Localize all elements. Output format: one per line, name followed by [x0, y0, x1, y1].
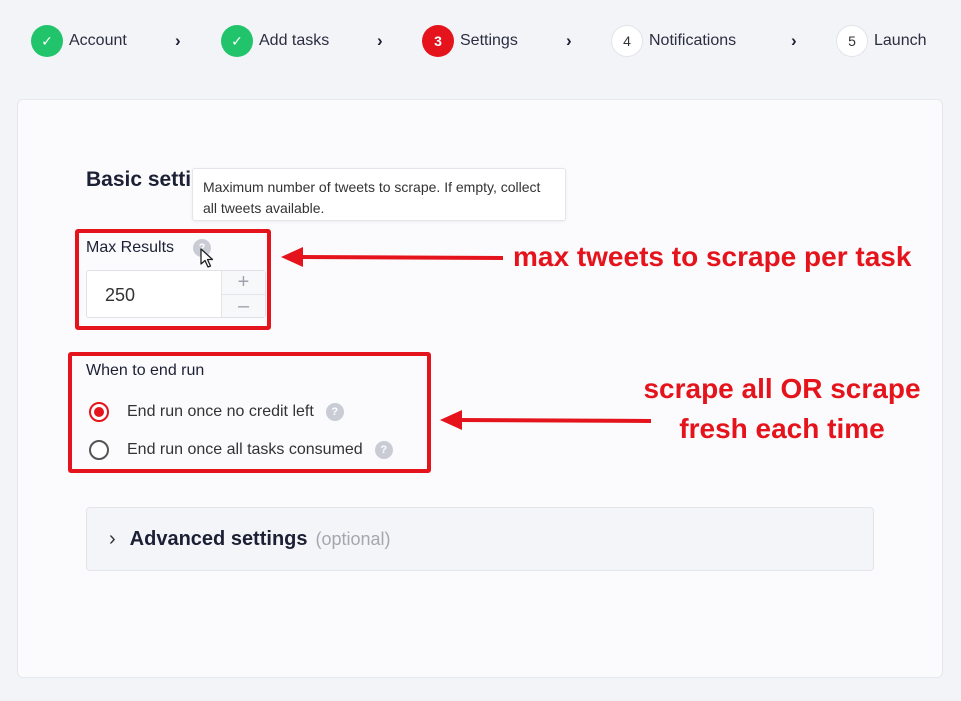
annotation-end-run-line1: scrape all OR scrape	[643, 373, 921, 404]
annotation-end-run-line2: fresh each time	[679, 413, 885, 444]
annotation-arrows	[281, 247, 652, 430]
annotation-max-tweets: max tweets to scrape per task	[513, 241, 912, 272]
arrow-head-icon	[281, 247, 303, 267]
arrow-head-icon	[440, 410, 462, 430]
